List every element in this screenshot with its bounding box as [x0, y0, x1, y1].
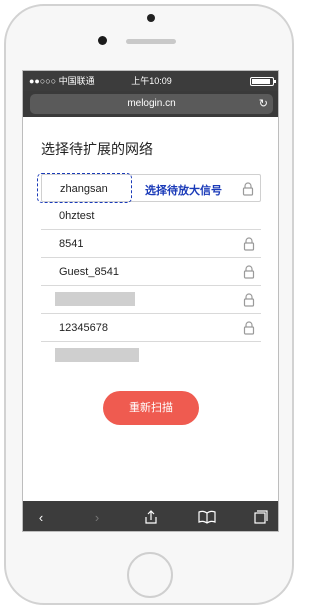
top-camera — [147, 14, 155, 22]
network-item-redacted[interactable] — [41, 342, 261, 370]
bookmarks-icon — [198, 510, 216, 524]
network-item-8541[interactable]: 8541 — [41, 230, 261, 258]
network-item-zhangsan[interactable]: zhangsan 选择待放大信号 — [37, 173, 261, 203]
url-text: melogin.cn — [127, 98, 176, 109]
phone-screen: ●●○○○ 中国联通 上午10:09 melogin.cn ↻ 选择待扩展的网络… — [22, 70, 279, 532]
battery-fill — [252, 79, 270, 84]
speaker — [126, 39, 176, 44]
share-icon — [145, 510, 157, 524]
page-content: 选择待扩展的网络 zhangsan 选择待放大信号 0hztest 8541 G… — [23, 117, 278, 501]
back-icon[interactable]: ‹ — [25, 501, 57, 531]
forward-icon[interactable]: › — [81, 501, 113, 531]
lock-icon — [242, 182, 254, 196]
browser-address-bar: melogin.cn ↻ — [23, 91, 278, 117]
lock-icon — [243, 293, 255, 307]
redacted-network-name — [55, 292, 135, 306]
annotation-label: 选择待放大信号 — [145, 185, 222, 197]
bookmarks-icon[interactable] — [191, 501, 223, 531]
status-time: 上午10:09 — [131, 76, 172, 86]
phone-frame: ●●○○○ 中国联通 上午10:09 melogin.cn ↻ 选择待扩展的网络… — [0, 0, 301, 612]
front-camera — [98, 36, 107, 45]
network-item-12345678[interactable]: 12345678 — [41, 314, 261, 342]
url-field[interactable]: melogin.cn ↻ — [30, 94, 273, 114]
share-icon[interactable] — [135, 501, 167, 531]
network-item-guest-8541[interactable]: Guest_8541 — [41, 258, 261, 286]
home-button[interactable] — [127, 552, 173, 598]
browser-toolbar: ‹ › — [23, 501, 278, 531]
tabs-icon — [254, 510, 268, 524]
battery-icon — [250, 77, 276, 86]
network-list: zhangsan 选择待放大信号 0hztest 8541 Guest_8541 — [37, 173, 261, 370]
network-item-redacted[interactable] — [41, 286, 261, 314]
status-bar: ●●○○○ 中国联通 上午10:09 — [23, 71, 278, 91]
rescan-button[interactable]: 重新扫描 — [103, 391, 199, 425]
network-label: 0hztest — [59, 210, 95, 222]
lock-icon — [243, 321, 255, 335]
redacted-network-name — [55, 348, 139, 362]
network-label: 8541 — [59, 238, 84, 250]
network-label: zhangsan — [60, 183, 108, 195]
page-title: 选择待扩展的网络 — [41, 141, 153, 157]
lock-icon — [243, 237, 255, 251]
tabs-icon[interactable] — [245, 501, 277, 531]
network-item-0hztest[interactable]: 0hztest — [41, 202, 261, 230]
lock-icon — [243, 265, 255, 279]
reload-icon[interactable]: ↻ — [259, 94, 268, 114]
network-label: Guest_8541 — [59, 266, 119, 278]
network-label: 12345678 — [59, 322, 108, 334]
